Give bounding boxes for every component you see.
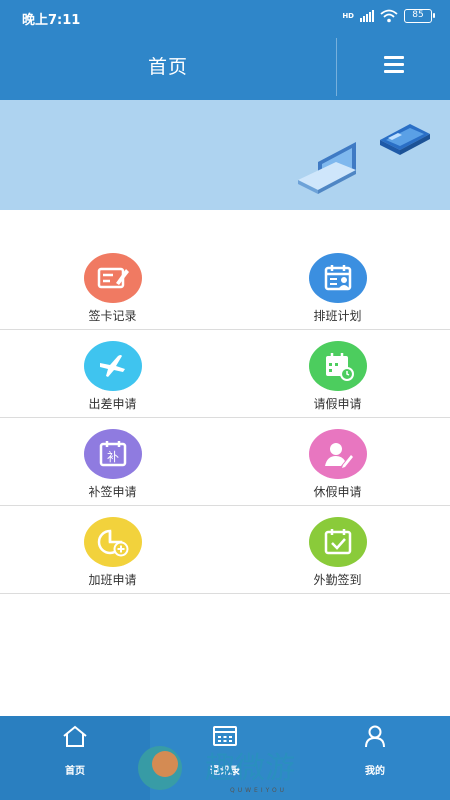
nav-label: 首页	[65, 766, 85, 777]
battery-icon: 85	[404, 9, 435, 23]
cell-label: 请假申请	[313, 397, 362, 411]
calculator-icon	[380, 124, 430, 155]
cell-label: 出差申请	[88, 397, 137, 411]
contacts-icon	[213, 726, 237, 746]
person-edit-icon	[308, 429, 367, 479]
nav-label: 通讯录	[210, 766, 240, 777]
hd-badge: HD	[342, 12, 354, 20]
nav-contacts[interactable]: 通讯录	[150, 716, 300, 800]
calendar-clock-icon	[308, 341, 367, 391]
laptop-icon	[298, 142, 356, 194]
supplement-sign-button[interactable]: 补 补签申请	[0, 418, 225, 505]
header-divider	[336, 38, 337, 96]
top-bar: 晚上7:11 HD 85 首页	[0, 0, 450, 100]
status-icons: HD 85	[342, 8, 435, 24]
user-icon	[365, 725, 385, 748]
page-title: 首页	[147, 56, 188, 78]
card-edit-icon	[83, 253, 142, 303]
schedule-user-icon	[308, 253, 367, 303]
grid-row: 出差申请 请假申请	[0, 330, 450, 418]
leave-request-button[interactable]: 请假申请	[225, 330, 450, 417]
sign-record-button[interactable]: 签卡记录	[0, 242, 225, 329]
status-bar: 晚上7:11 HD 85	[0, 0, 450, 34]
clock-plus-icon	[83, 517, 142, 567]
grid-row: 加班申请 外勤签到	[0, 506, 450, 594]
status-time: 晚上7:11	[22, 13, 81, 28]
calendar-check-icon	[308, 517, 367, 567]
schedule-plan-button[interactable]: 排班计划	[225, 242, 450, 329]
grid-row: 签卡记录 排班计划	[0, 242, 450, 330]
banner	[0, 100, 450, 210]
grid-row: 补 补签申请 休假申请	[0, 418, 450, 506]
cell-label: 外勤签到	[313, 573, 362, 587]
wifi-icon	[380, 9, 398, 23]
cell-label: 加班申请	[88, 573, 137, 587]
vacation-request-button[interactable]: 休假申请	[225, 418, 450, 505]
supplement-char: 补	[106, 450, 118, 464]
signal-icon	[360, 10, 374, 22]
banner-illustration	[298, 124, 430, 194]
cell-label: 休假申请	[313, 485, 362, 499]
calendar-supplement-icon: 补	[83, 429, 142, 479]
field-checkin-button[interactable]: 外勤签到	[225, 506, 450, 593]
nav-label: 我的	[365, 766, 385, 777]
nav-mine[interactable]: 我的	[300, 716, 450, 800]
cell-label: 补签申请	[88, 485, 137, 499]
function-grid: 签卡记录 排班计划 出差申请 请假申请 补 补签申请 休假申请 加班申请 外勤签…	[0, 242, 450, 594]
home-icon	[63, 725, 87, 747]
menu-button[interactable]	[374, 52, 414, 82]
cell-label: 签卡记录	[88, 309, 137, 323]
cell-label: 排班计划	[313, 309, 362, 323]
airplane-icon	[83, 341, 142, 391]
nav-home[interactable]: 首页	[0, 716, 150, 800]
business-trip-button[interactable]: 出差申请	[0, 330, 225, 417]
overtime-request-button[interactable]: 加班申请	[0, 506, 225, 593]
bottom-nav: 首页 通讯录 我的	[0, 716, 450, 800]
